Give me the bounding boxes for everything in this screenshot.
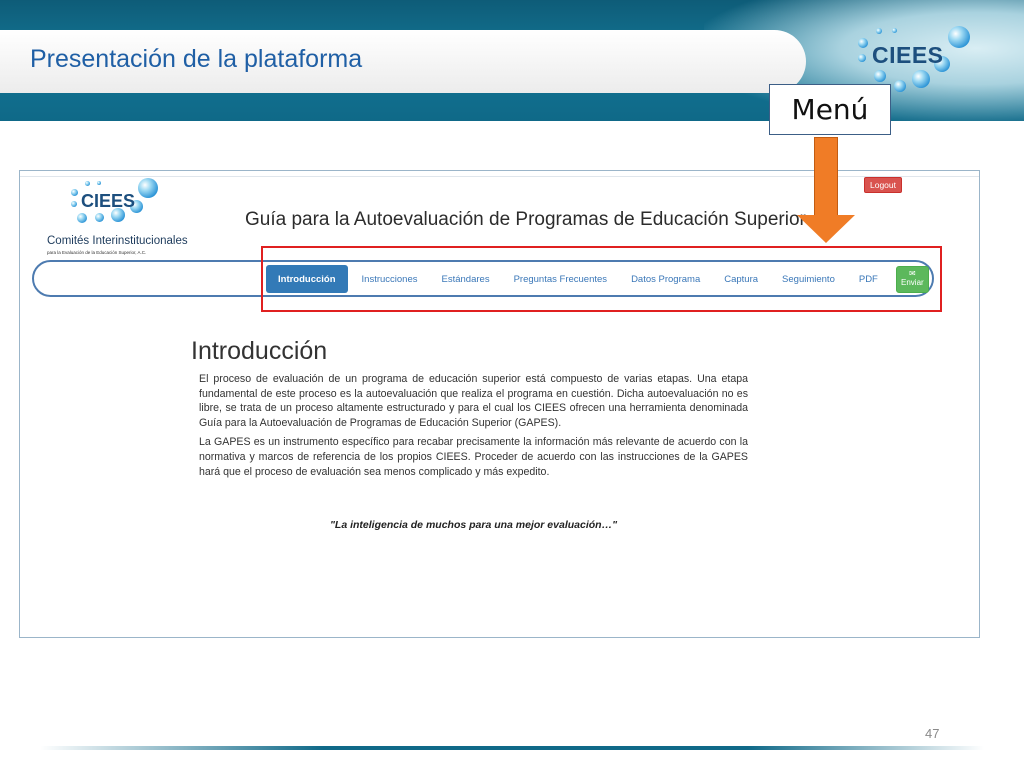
content-quote: "La inteligencia de muchos para una mejo… (329, 519, 618, 531)
slide-title: Presentación de la plataforma (30, 45, 363, 73)
content-body: El proceso de evaluación de un programa … (199, 372, 748, 484)
footer-line (40, 746, 984, 750)
menu-callout-label: Menú (791, 93, 869, 126)
logo-bubble-icon (894, 80, 906, 92)
menu-callout: Menú (769, 84, 891, 135)
logo-text: CIEES (872, 42, 944, 68)
logo-bubble-icon (95, 213, 104, 222)
logo-bubble-icon (97, 181, 101, 185)
logo-bubble-icon (876, 28, 882, 34)
logo-bubble-icon (858, 54, 866, 62)
down-arrow-icon (814, 137, 838, 216)
logo-bubble-icon (874, 70, 886, 82)
down-arrow-head-icon (797, 215, 855, 243)
logo-bubble-icon (892, 28, 897, 33)
logo-bubble-icon (71, 201, 77, 207)
logo-bubble-icon (858, 38, 868, 48)
page-number: 47 (925, 726, 940, 741)
logo-bubble-icon (71, 189, 78, 196)
content-paragraph: La GAPES es un instrumento específico pa… (199, 436, 748, 478)
site-title: Guía para la Autoevaluación de Programas… (245, 209, 806, 230)
org-name: Comités Interinstitucionales (47, 235, 188, 247)
logo-bubble-icon (912, 70, 930, 88)
site-logo-text: CIEES (81, 191, 136, 211)
logout-button[interactable]: Logout (864, 177, 902, 193)
logo-bubble-icon (77, 213, 87, 223)
content-paragraph: El proceso de evaluación de un programa … (199, 373, 748, 429)
site-logo[interactable]: CIEES Comités Interinstitucionales para … (47, 178, 188, 259)
menu-highlight-box (261, 246, 942, 312)
slide: Presentación de la plataforma CIEES Menú (0, 0, 1024, 768)
logo-bubble-icon (85, 181, 90, 186)
org-subtitle: para la Evaluación de la Educación Super… (47, 250, 147, 255)
logo-bubble-icon (138, 178, 158, 198)
logo-bubble-icon (948, 26, 970, 48)
content-heading: Introducción (191, 337, 328, 365)
